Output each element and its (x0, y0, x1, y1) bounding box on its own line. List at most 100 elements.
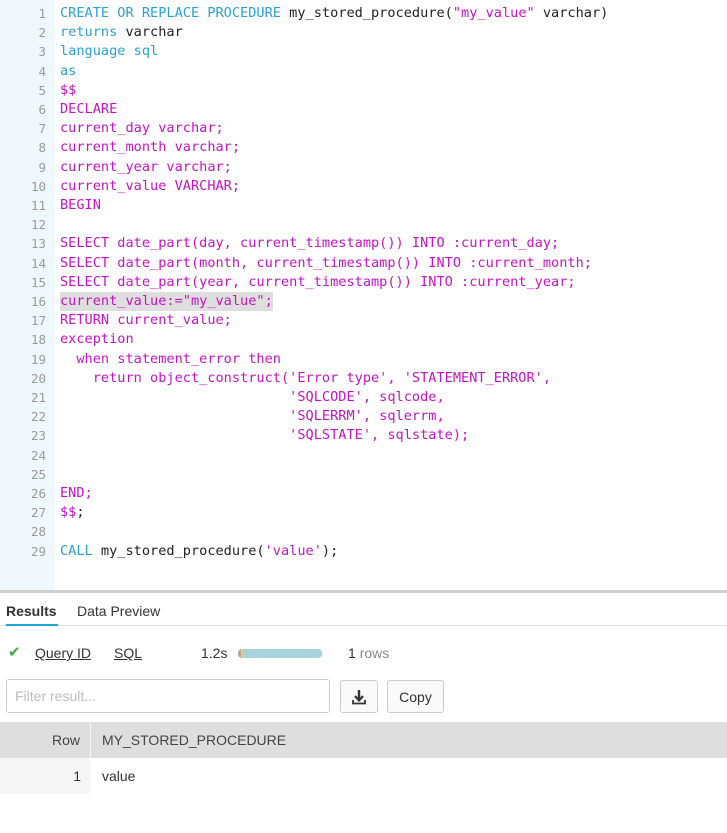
code-text: exception (60, 330, 134, 349)
code-line[interactable]: 14 SELECT date_part(month, current_timest… (0, 254, 727, 273)
line-number: 19 (30, 351, 46, 367)
code-token: current_day varchar; (60, 120, 224, 137)
code-line[interactable]: 6 DECLARE (0, 100, 727, 119)
line-number: 1 (38, 6, 46, 21)
code-text: returns varchar (60, 23, 183, 42)
code-token: CREATE OR REPLACE PROCEDURE (60, 5, 290, 21)
row-number-header[interactable]: Row (0, 722, 91, 758)
line-number: 28 (30, 524, 46, 540)
code-line[interactable]: 28 (0, 522, 727, 541)
code-token: $$ (60, 81, 77, 98)
code-line[interactable]: 16 current_value:="my_value"; (0, 292, 727, 312)
line-number: 9 (38, 159, 46, 175)
line-number: 6 (38, 102, 46, 117)
line-number: 23 (30, 428, 46, 444)
code-token: END; (60, 485, 93, 501)
row-count-label: rows (359, 645, 390, 661)
code-token: CALL (60, 542, 101, 559)
line-number: 5 (38, 82, 46, 98)
line-number: 3 (38, 44, 46, 60)
line-number: 18 (30, 332, 46, 348)
check-icon: ✔ (8, 644, 21, 661)
column-header[interactable]: MY_STORED_PROCEDURE (92, 722, 286, 758)
row-count-value: 1 (348, 645, 356, 661)
code-token: RETURN current_value; (60, 312, 232, 329)
code-token: current_value VARCHAR; (60, 177, 241, 194)
line-number: 26 (30, 486, 46, 501)
code-token: ); (321, 542, 339, 559)
code-token: return object_construct('Error type', 'S… (60, 369, 552, 386)
code-line[interactable]: 2 returns varchar (0, 23, 727, 42)
code-line[interactable]: 22 'SQLERRM', sqlerrm, (0, 407, 727, 426)
code-line[interactable]: 13 SELECT date_part(day, current_timestam… (0, 234, 727, 253)
table-row: 1 value (0, 758, 727, 794)
code-line[interactable]: 3 language sql (0, 42, 727, 61)
code-token: 'SQLSTATE', sqlstate); (60, 427, 470, 444)
code-line[interactable]: 19 when statement_error then (0, 350, 727, 369)
code-token: 'value' (264, 542, 322, 559)
line-number: 17 (30, 313, 46, 329)
filter-result-input[interactable] (6, 679, 330, 713)
code-line[interactable]: 11 BEGIN (0, 196, 727, 215)
query-id-link[interactable]: Query ID (35, 645, 91, 661)
code-token: SELECT date_part(year, current_timestamp… (60, 273, 576, 290)
line-number: 2 (38, 25, 46, 41)
copy-button[interactable]: Copy (387, 680, 444, 713)
code-text: SELECT date_part(year, current_timestamp… (60, 273, 576, 292)
code-line[interactable]: 12 (0, 215, 727, 234)
row-count: 1 rows (348, 645, 389, 661)
code-line[interactable]: 7 current_day varchar; (0, 119, 727, 138)
code-line[interactable]: 15 SELECT date_part(year, current_timesta… (0, 273, 727, 292)
code-token: 'SQLERRM', sqlerrm, (60, 408, 445, 425)
line-number: 22 (30, 409, 46, 425)
line-number: 15 (30, 274, 46, 290)
code-line[interactable]: 25 (0, 465, 727, 484)
code-token: $$ (60, 504, 77, 521)
code-line[interactable]: 18 exception (0, 330, 727, 349)
code-line[interactable]: 20 return object_construct('Error type',… (0, 369, 727, 388)
code-token: current_year varchar; (60, 158, 232, 175)
line-number: 4 (38, 63, 46, 79)
code-line[interactable]: 5 $$ (0, 81, 727, 100)
line-number: 13 (30, 236, 46, 252)
line-number: 14 (30, 255, 46, 271)
code-line[interactable]: 29 CALL my_stored_procedure('value'); (0, 542, 727, 561)
code-line[interactable]: 24 (0, 446, 727, 465)
line-number: 24 (30, 447, 46, 463)
code-line[interactable]: 8 current_month varchar; (0, 138, 727, 157)
tab-data-preview[interactable]: Data Preview (77, 603, 160, 619)
table-cell[interactable]: value (92, 758, 135, 794)
code-text: current_value VARCHAR; (60, 177, 240, 196)
code-line[interactable]: 10 current_value VARCHAR; (0, 177, 727, 196)
code-text: as (60, 62, 76, 81)
code-token: "my_value" (452, 5, 535, 21)
code-token: returns (60, 24, 126, 41)
code-text: current_value:="my_value"; (60, 292, 273, 312)
download-button[interactable] (340, 680, 378, 713)
results-tabs: Results Data Preview (0, 593, 727, 626)
line-number: 25 (30, 466, 46, 482)
query-status-bar: ✔ Query ID SQL 1.2s 1 rows (0, 641, 727, 665)
code-line[interactable]: 4 as (0, 62, 727, 81)
query-duration: 1.2s (201, 645, 228, 661)
code-line[interactable]: 23 'SQLSTATE', sqlstate); (0, 426, 727, 445)
code-line[interactable]: 17 RETURN current_value; (0, 311, 727, 330)
code-line[interactable]: 21 'SQLCODE', sqlcode, (0, 388, 727, 407)
tab-results[interactable]: Results (6, 603, 57, 619)
query-profile-bar[interactable] (238, 649, 322, 658)
code-line[interactable]: 27 $$; (0, 503, 727, 522)
code-token: my_stored_procedure( (100, 542, 265, 559)
code-token: my_stored_procedure( (289, 5, 453, 21)
code-line[interactable]: 9 current_year varchar; (0, 158, 727, 177)
code-line[interactable]: 1 CREATE OR REPLACE PROCEDURE my_stored_p… (0, 4, 727, 23)
row-number-cell: 1 (0, 758, 91, 794)
code-text: return object_construct('Error type', 'S… (60, 369, 551, 388)
sql-link[interactable]: SQL (114, 645, 142, 661)
code-text: CALL my_stored_procedure('value'); (60, 542, 338, 561)
code-text: END; (60, 484, 93, 503)
code-token: current_month varchar; (60, 139, 241, 156)
code-token: 'SQLCODE', sqlcode, (60, 389, 445, 405)
code-token: BEGIN (60, 197, 101, 213)
sql-editor[interactable]: 1 CREATE OR REPLACE PROCEDURE my_stored_p… (0, 0, 727, 591)
code-line[interactable]: 26 END; (0, 484, 727, 503)
